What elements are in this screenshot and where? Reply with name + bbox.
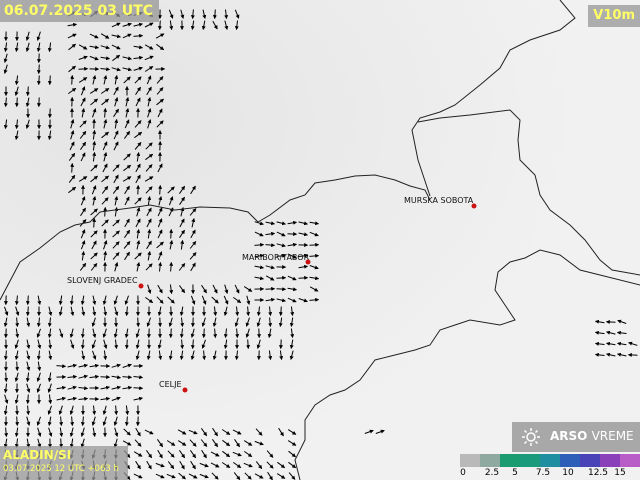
legend-tick-label: 10 — [562, 468, 574, 478]
city-label-murska-sobota: MURSKA SOBOTA — [404, 196, 474, 205]
legend-color-cell — [460, 454, 481, 467]
legend-color-cell — [620, 454, 640, 467]
legend-tick-label: 12.5 — [587, 468, 609, 478]
wind-arrow — [278, 306, 283, 317]
wind-arrow — [265, 286, 276, 291]
terrain-background — [0, 0, 640, 480]
legend-tick-label: 15 — [614, 468, 626, 478]
legend-tick-label: 7.5 — [535, 468, 551, 478]
wind-arrow — [36, 75, 41, 86]
legend-color-cell — [560, 454, 581, 467]
city-label-maribor: MARIBOR/TABOR — [242, 253, 310, 262]
wind-arrow — [25, 86, 30, 97]
model-run-info: 03.07.2025 12 UTC +063 h — [3, 464, 119, 474]
city-marker — [138, 283, 144, 289]
logo-bold: ARSO — [550, 429, 588, 443]
wind-arrow — [47, 75, 52, 86]
logo-text: ARSO VREME — [550, 429, 634, 443]
wind-arrow — [136, 317, 141, 328]
wind-speed-legend: 0 2.5 5 7.5 10 12.5 15 — [460, 454, 640, 480]
legend-color-cell — [520, 454, 541, 467]
sun-icon — [522, 428, 540, 446]
logo-light: VREME — [591, 429, 634, 443]
wind-arrow — [158, 184, 163, 195]
wind-arrow — [246, 339, 251, 350]
wind-arrow — [78, 66, 89, 71]
wind-arrow — [92, 217, 97, 228]
wind-arrow — [14, 97, 19, 108]
arso-logo[interactable]: ARSO VREME — [512, 422, 640, 452]
wind-arrow — [15, 361, 20, 372]
wind-arrow — [309, 242, 320, 247]
wind-arrow — [103, 206, 108, 217]
wind-arrow — [36, 64, 41, 75]
wind-arrow — [124, 339, 129, 350]
wind-arrow — [298, 275, 309, 280]
wind-arrow — [212, 9, 217, 20]
wind-arrow — [25, 306, 30, 317]
wind-arrow — [169, 228, 174, 239]
wind-arrow — [70, 162, 75, 173]
legend-tick-label: 5 — [512, 468, 518, 478]
wind-arrow — [168, 328, 173, 339]
legend-color-cell — [540, 454, 561, 467]
wind-arrow — [133, 386, 144, 391]
city-label-slovenj-gradec: SLOVENJ GRADEC — [67, 276, 138, 285]
wind-arrow — [25, 295, 30, 306]
city-marker — [182, 387, 188, 393]
parameter-label: V10m — [588, 5, 640, 27]
wind-arrow — [276, 287, 287, 292]
legend-tick-label: 2.5 — [484, 468, 500, 478]
legend-tick-label: 0 — [460, 468, 466, 478]
model-info: ALADIN/SI 03.07.2025 12 UTC +063 h — [0, 446, 128, 480]
legend-color-cell — [500, 454, 521, 467]
wind-arrow — [276, 275, 287, 280]
legend-color-cell — [600, 454, 621, 467]
wind-arrow — [157, 20, 162, 31]
wind-arrow — [25, 394, 30, 405]
wind-arrow — [201, 328, 206, 339]
wind-arrow — [4, 372, 9, 383]
legend-color-cell — [580, 454, 601, 467]
legend-color-cell — [480, 454, 501, 467]
city-label-celje: CELJE — [159, 380, 182, 389]
model-name: ALADIN/SI — [3, 448, 72, 462]
wind-arrow — [15, 416, 20, 427]
wind-arrow — [70, 74, 75, 85]
wind-map: MURSKA SOBOTA MARIBOR/TABOR SLOVENJ GRAD… — [0, 0, 640, 480]
forecast-time-title: 06.07.2025 03 UTC — [0, 0, 159, 22]
